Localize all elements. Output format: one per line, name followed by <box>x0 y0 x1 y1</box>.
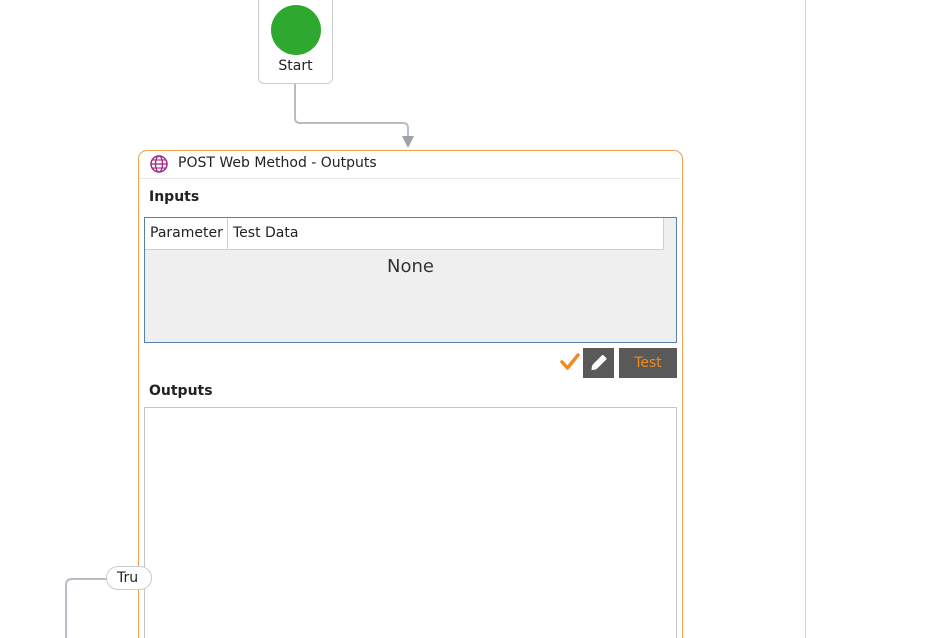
outputs-area[interactable] <box>144 407 677 638</box>
pencil-icon <box>591 354 607 371</box>
start-to-tool-connector <box>294 84 409 137</box>
check-icon <box>560 353 580 370</box>
globe-icon <box>150 155 168 173</box>
post-web-method-node[interactable]: POST Web Method - Outputs Inputs Paramet… <box>138 150 683 638</box>
connector-arrowhead <box>402 136 414 148</box>
true-branch-connector <box>65 578 106 638</box>
inputs-grid-header: Parameter Test Data <box>145 218 664 250</box>
node-header[interactable]: POST Web Method - Outputs <box>139 151 681 179</box>
true-branch-label[interactable]: Tru <box>106 566 152 590</box>
panel-divider <box>805 0 806 638</box>
inputs-grid[interactable]: Parameter Test Data None <box>144 217 677 343</box>
start-circle-icon <box>271 5 321 55</box>
outputs-label: Outputs <box>149 383 213 399</box>
start-node[interactable]: Start <box>258 0 333 84</box>
edit-test-data-button[interactable] <box>583 348 614 378</box>
test-button[interactable]: Test <box>619 348 677 378</box>
start-label: Start <box>278 58 313 74</box>
column-header-parameter[interactable]: Parameter <box>145 218 228 249</box>
column-header-test-data[interactable]: Test Data <box>228 218 658 249</box>
node-title: POST Web Method - Outputs <box>178 155 377 171</box>
inputs-empty-text: None <box>387 256 434 277</box>
inputs-label: Inputs <box>149 189 200 205</box>
workflow-canvas[interactable]: Start POST Web Method - Outputs Inputs P… <box>0 0 940 638</box>
